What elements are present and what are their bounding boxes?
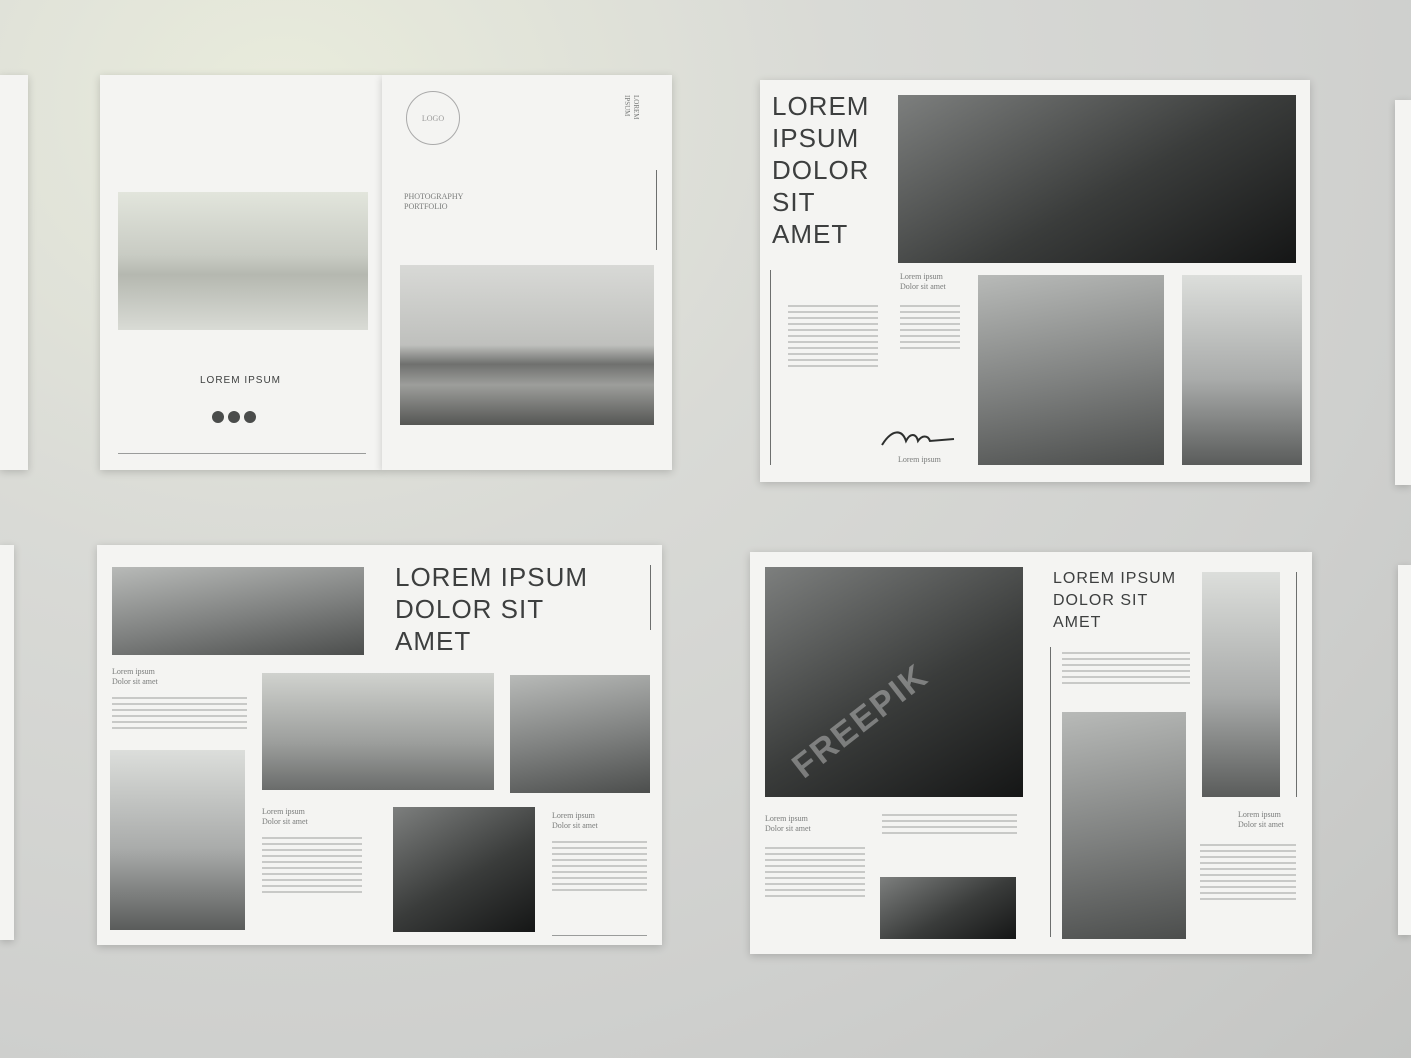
spread3-body-text-2 — [262, 837, 362, 897]
spread4-body-text-4 — [1200, 844, 1296, 904]
spread3-caption-4: Dolor sit amet — [262, 817, 308, 826]
side-rule — [656, 170, 657, 250]
savanna-trees-photo — [262, 673, 494, 790]
spread3-rule — [650, 565, 651, 630]
spread4-caption-4: Dolor sit amet — [1238, 820, 1284, 829]
spread4-body-text-2 — [882, 814, 1017, 838]
spread2-body-text — [788, 305, 878, 371]
social-icon — [228, 411, 240, 423]
spread4-title-line: LOREM IPSUM — [1053, 570, 1177, 587]
spread3-bottom-rule — [552, 935, 647, 936]
spread2-title-line: SIT — [772, 187, 816, 217]
spread1-right-page: LOGO PHOTOGRAPHY PORTFOLIO LOREM IPSUM — [382, 75, 672, 470]
spread3-caption-2: Dolor sit amet — [112, 677, 158, 686]
dot-row — [212, 410, 260, 428]
social-icon — [212, 411, 224, 423]
spread2-body-text-2 — [900, 305, 960, 353]
beach-walkers-photo — [400, 265, 654, 425]
spread3-title-line: AMET — [395, 626, 472, 656]
spread4-body-text-3 — [1062, 652, 1190, 688]
spread3-page: Lorem ipsum Dolor sit amet LOREM IPSUM D… — [97, 545, 662, 945]
spread3-caption-5: Lorem ipsum — [552, 811, 595, 820]
statue-photo — [1182, 275, 1302, 465]
spread4-rule-2 — [1296, 572, 1297, 797]
spread4-caption-3: Lorem ipsum — [1238, 810, 1281, 819]
logo-circle: LOGO — [406, 91, 460, 145]
spread3-body-text-3 — [552, 841, 647, 895]
social-icon — [244, 411, 256, 423]
spread2-rule — [770, 270, 771, 465]
acacia-tree-photo — [510, 675, 650, 793]
spread3-body-text — [112, 697, 247, 733]
left-edge-page — [0, 75, 28, 470]
cover-title: LOREM IPSUM — [200, 375, 282, 386]
photographer-photo — [110, 750, 245, 930]
spread4-rule — [1050, 647, 1051, 937]
mountain-peak-photo — [978, 275, 1164, 465]
right-edge-page-bottom — [1398, 565, 1411, 935]
signature-caption: Lorem ipsum — [898, 455, 941, 464]
bottom-rule — [118, 453, 366, 454]
spread4-title-line: DOLOR SIT — [1053, 592, 1149, 609]
spread3-title-line: DOLOR SIT — [395, 594, 545, 624]
spread4-caption-2: Dolor sit amet — [765, 824, 811, 833]
spread4-title-line: AMET — [1053, 614, 1102, 631]
portfolio-subtitle-1: PHOTOGRAPHY — [404, 192, 464, 201]
spread3-caption-3: Lorem ipsum — [262, 807, 305, 816]
spread3-caption-1: Lorem ipsum — [112, 667, 155, 676]
spread3-title-line: LOREM IPSUM — [395, 562, 589, 592]
right-edge-page — [1395, 100, 1411, 485]
matterhorn-photo — [1062, 712, 1186, 939]
coastal-cliffs-photo — [898, 95, 1296, 263]
spread4-page: FREEPIK Lorem ipsum Dolor sit amet LOREM… — [750, 552, 1312, 954]
spread2-title-line: LOREM — [772, 91, 870, 121]
deer-photo — [393, 807, 535, 932]
aerial-coast-photo — [1202, 572, 1280, 797]
spread3-caption-6: Dolor sit amet — [552, 821, 598, 830]
spread4-body-text — [765, 847, 865, 901]
side-label: LOREM IPSUM — [622, 95, 640, 120]
left-edge-page-bottom — [0, 545, 14, 940]
elephant-photo — [112, 567, 364, 655]
spread1-left-page: LOREM IPSUM — [100, 75, 382, 470]
beach-photo — [118, 192, 368, 330]
spread2-page: LOREM IPSUM DOLOR SIT AMET Lorem ipsum D… — [760, 80, 1310, 482]
spread2-title-line: DOLOR — [772, 155, 870, 185]
spread2-caption-1: Lorem ipsum — [900, 272, 943, 281]
spread2-title-line: IPSUM — [772, 123, 860, 153]
portfolio-subtitle-2: PORTFOLIO — [404, 202, 448, 211]
mountain-small-photo — [880, 877, 1016, 939]
spread2-caption-2: Dolor sit amet — [900, 282, 946, 291]
signature-icon — [881, 431, 955, 446]
spread4-caption-1: Lorem ipsum — [765, 814, 808, 823]
spread2-title-line: AMET — [772, 219, 849, 249]
